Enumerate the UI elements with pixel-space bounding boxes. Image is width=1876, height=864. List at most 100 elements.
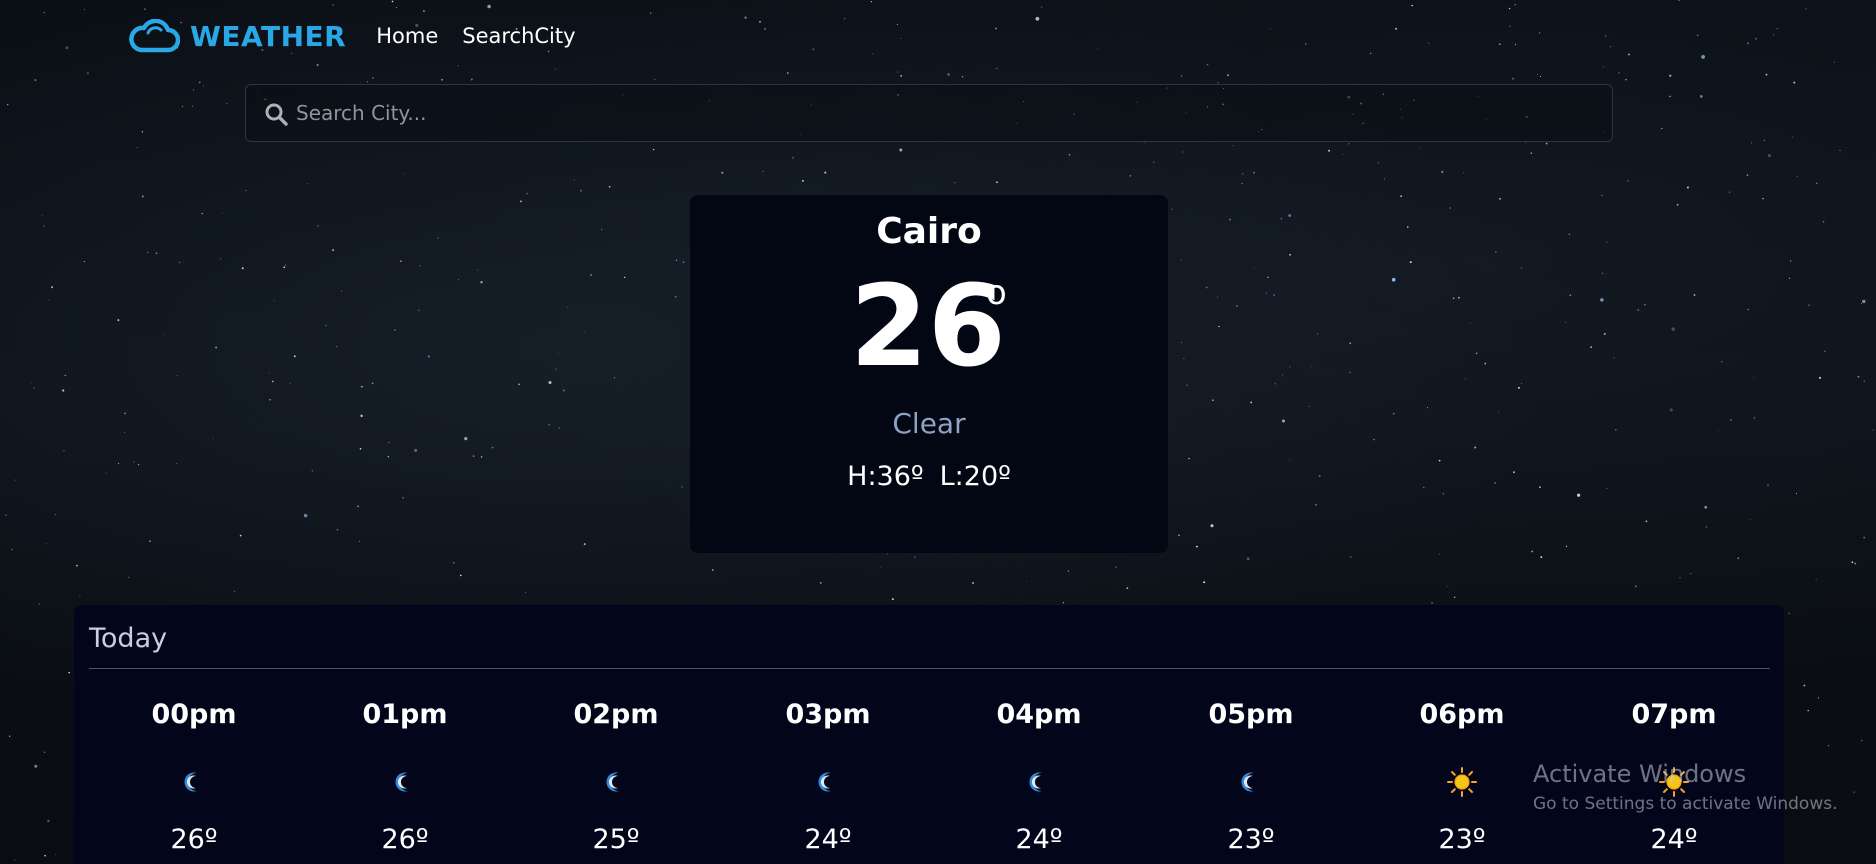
star bbox=[283, 266, 285, 268]
star bbox=[146, 251, 149, 254]
star bbox=[487, 4, 491, 9]
star bbox=[1211, 399, 1214, 402]
star bbox=[395, 7, 397, 9]
star bbox=[1540, 556, 1543, 559]
star bbox=[711, 569, 714, 571]
star bbox=[520, 200, 522, 203]
star bbox=[1793, 81, 1796, 84]
star bbox=[128, 576, 130, 578]
star bbox=[1203, 581, 1206, 584]
high-low: H:36º L:20º bbox=[690, 461, 1168, 492]
star bbox=[1419, 147, 1421, 149]
star bbox=[1068, 153, 1071, 156]
star bbox=[472, 455, 475, 457]
nav-link-home[interactable]: Home bbox=[376, 24, 438, 48]
star bbox=[1590, 346, 1593, 349]
star bbox=[744, 16, 747, 19]
star bbox=[900, 74, 903, 77]
star bbox=[1699, 95, 1703, 98]
star bbox=[1431, 602, 1434, 604]
star bbox=[1282, 419, 1285, 423]
hour-time: 07pm bbox=[1631, 699, 1717, 730]
star bbox=[1539, 486, 1541, 489]
star bbox=[84, 8, 86, 10]
star bbox=[880, 566, 882, 568]
star bbox=[117, 319, 120, 322]
star bbox=[1788, 612, 1790, 615]
search-input[interactable] bbox=[296, 85, 1596, 141]
star bbox=[1218, 325, 1220, 328]
star bbox=[1628, 53, 1630, 56]
star bbox=[1210, 524, 1214, 528]
star bbox=[325, 324, 327, 327]
star bbox=[311, 470, 313, 472]
star bbox=[43, 225, 45, 227]
hourly-forecast: 00pm 26º 01pm 26º 02pm 25º 03pm 24º 04pm… bbox=[74, 669, 1784, 864]
star bbox=[357, 505, 359, 508]
star bbox=[1273, 294, 1275, 296]
star bbox=[76, 564, 78, 567]
star bbox=[1857, 375, 1860, 378]
star bbox=[403, 173, 405, 175]
star bbox=[1851, 561, 1854, 564]
star bbox=[1863, 536, 1865, 539]
star bbox=[220, 258, 222, 260]
star bbox=[947, 73, 950, 76]
hour-temperature: 24º bbox=[1650, 824, 1698, 855]
star bbox=[1627, 180, 1629, 182]
star bbox=[193, 89, 195, 91]
star bbox=[1536, 74, 1538, 75]
star bbox=[566, 306, 568, 308]
star bbox=[526, 192, 528, 195]
star bbox=[1602, 66, 1604, 68]
star bbox=[554, 68, 556, 70]
star bbox=[141, 195, 144, 198]
hour-temperature: 23º bbox=[1438, 824, 1486, 855]
star bbox=[1645, 520, 1648, 523]
star bbox=[1349, 556, 1352, 558]
star bbox=[1400, 195, 1402, 198]
current-temperature: 26 o bbox=[690, 267, 1168, 387]
star bbox=[233, 590, 235, 592]
hour-temperature: 26º bbox=[381, 824, 429, 855]
star bbox=[1447, 585, 1449, 588]
star bbox=[1348, 143, 1350, 145]
star bbox=[1253, 172, 1255, 174]
star bbox=[1853, 791, 1856, 793]
star bbox=[1872, 429, 1874, 431]
star bbox=[1115, 566, 1117, 568]
star bbox=[1349, 371, 1351, 373]
star bbox=[674, 296, 677, 298]
star bbox=[1824, 350, 1826, 352]
star bbox=[1577, 493, 1581, 497]
star bbox=[1669, 408, 1673, 412]
star bbox=[1704, 505, 1708, 509]
star bbox=[812, 48, 815, 51]
star bbox=[1462, 172, 1464, 174]
star bbox=[55, 854, 56, 855]
star bbox=[1062, 602, 1064, 604]
star bbox=[1454, 596, 1456, 598]
star bbox=[83, 261, 85, 263]
star bbox=[105, 472, 107, 474]
moon-icon bbox=[1236, 767, 1266, 797]
star bbox=[1441, 170, 1444, 173]
hour-time: 05pm bbox=[1208, 699, 1294, 730]
city-name: Cairo bbox=[876, 211, 982, 252]
star bbox=[480, 281, 483, 284]
brand[interactable]: WEATHER bbox=[128, 19, 346, 53]
star bbox=[372, 77, 374, 79]
star bbox=[1860, 302, 1863, 304]
star bbox=[1236, 305, 1238, 307]
star bbox=[1788, 277, 1791, 279]
star bbox=[1565, 545, 1568, 548]
star bbox=[178, 261, 181, 264]
star bbox=[38, 603, 40, 605]
star bbox=[1474, 446, 1477, 449]
nav-link-search-city[interactable]: SearchCity bbox=[462, 24, 575, 48]
star bbox=[1568, 233, 1571, 236]
star bbox=[47, 819, 50, 823]
star bbox=[548, 423, 551, 426]
star bbox=[1539, 76, 1541, 77]
star bbox=[1833, 61, 1835, 63]
